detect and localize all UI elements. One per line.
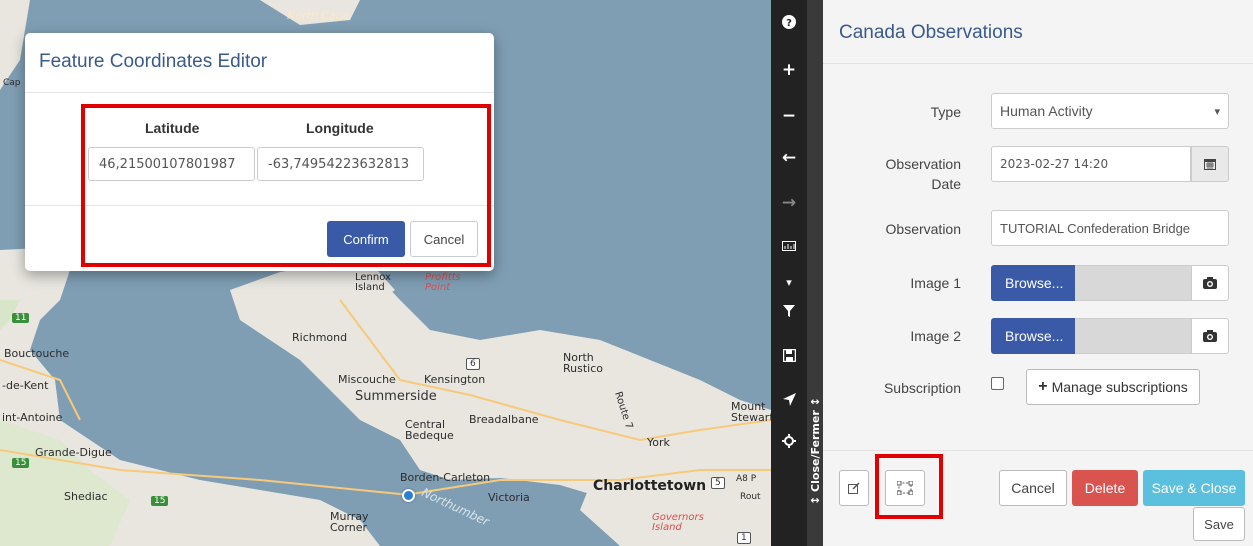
locate-arrow-icon[interactable] [771, 385, 807, 413]
panel-footer-divider [823, 450, 1253, 451]
map-label-profitts-point: Profitts Point [425, 272, 461, 293]
map-label-kensington: Kensington [424, 373, 486, 386]
filter-icon[interactable] [771, 297, 807, 325]
map-label-cap: Cap [3, 78, 21, 88]
image2-label: Image 2 [910, 328, 961, 344]
map-label-central-bedeque: Central Bedeque [405, 418, 454, 442]
close-panel-tab[interactable]: ↕ Close/Fermer ↕ [807, 0, 823, 546]
type-select-value: Human Activity [1000, 103, 1093, 119]
panel-title: Canada Observations [839, 22, 1023, 43]
image2-browse-button[interactable]: Browse... [991, 318, 1075, 354]
route-shield-15: 15 [12, 458, 30, 468]
measure-icon[interactable] [771, 232, 807, 260]
close-tab-label: ↕ Close/Fermer ↕ [809, 397, 822, 505]
route-shield-1: 1 [737, 532, 751, 544]
map-label-miscouche: Miscouche [338, 373, 396, 386]
route-shield-5: 5 [711, 477, 725, 489]
observation-input[interactable]: TUTORIAL Confederation Bridge [991, 210, 1229, 246]
dialog-cancel-button[interactable]: Cancel [410, 221, 478, 257]
subscription-checkbox[interactable] [991, 377, 1004, 390]
observation-label: Observation [885, 221, 961, 237]
camera-icon[interactable] [1191, 265, 1229, 301]
map-label-borden-carleton: Borden-Carleton [400, 471, 491, 484]
caret-down-icon[interactable]: ▾ [771, 268, 807, 296]
camera-icon[interactable] [1191, 318, 1229, 354]
map-label-charlottetown: Charlottetown [593, 478, 707, 494]
dialog-title: Feature Coordinates Editor [25, 33, 494, 93]
edit-icon[interactable] [839, 470, 869, 506]
zoom-in-icon[interactable]: + [771, 56, 807, 84]
calendar-icon[interactable] [1191, 146, 1229, 182]
image1-label: Image 1 [910, 275, 961, 291]
delete-button[interactable]: Delete [1072, 470, 1138, 506]
save-button[interactable]: Save [1193, 507, 1245, 541]
save-icon[interactable] [771, 341, 807, 369]
feature-coordinates-dialog: Feature Coordinates Editor Latitude Long… [25, 33, 494, 271]
feature-point-marker[interactable] [402, 489, 415, 502]
route-shield-a8: A8 P [736, 474, 757, 484]
type-label: Type [930, 104, 961, 120]
chevron-down-icon: ▾ [1214, 105, 1220, 118]
plus-icon: + [1038, 378, 1048, 395]
map-label-bouctouche: Bouctouche [4, 347, 70, 360]
image1-filename-field [1075, 265, 1191, 301]
back-arrow-icon[interactable]: ← [771, 144, 807, 172]
map-label-murray-corner: Murray Corner [330, 510, 369, 534]
map-label-mount-stewart: Mount Stewart [731, 400, 771, 424]
help-icon[interactable]: ? [771, 8, 807, 36]
route-shield-11: 11 [12, 313, 30, 323]
route-shield-15b: 15 [151, 496, 169, 506]
image2-filename-field [1075, 318, 1191, 354]
observation-panel: Canada Observations Type Human Activity … [823, 0, 1253, 546]
map-label-de-kent: -de-Kent [2, 379, 49, 392]
map-label-victoria: Victoria [488, 491, 530, 504]
date-input[interactable]: 2023-02-27 14:20 [991, 146, 1191, 182]
confirm-button[interactable]: Confirm [327, 221, 405, 257]
map-label-richmond: Richmond [292, 331, 348, 344]
edit-coordinates-icon[interactable] [885, 470, 925, 506]
longitude-label: Longitude [306, 120, 374, 136]
map-label-north-rustico: North Rustico [563, 351, 603, 375]
forward-arrow-icon[interactable]: → [771, 189, 807, 217]
subscription-label: Subscription [883, 380, 961, 396]
type-select[interactable]: Human Activity ▾ [991, 93, 1229, 129]
map-label-summerside: Summerside [355, 389, 437, 404]
latitude-label: Latitude [145, 120, 200, 136]
map-label-lennox-island: Lennox Island [355, 272, 391, 293]
map-label-governors-island: Governors Island [652, 512, 704, 533]
latitude-input[interactable] [88, 147, 255, 181]
longitude-input[interactable] [257, 147, 424, 181]
manage-subscriptions-label: Manage subscriptions [1051, 379, 1188, 395]
map-label-int-antoine: int-Antoine [2, 411, 63, 424]
map-label-north-cape: North Cape [287, 9, 350, 22]
map-label-shediac: Shediac [64, 490, 108, 503]
map-toolbar: ? + − ← → ▾ [771, 0, 807, 546]
route-shield-6: 6 [466, 358, 480, 370]
map-label-route: Rout [740, 492, 761, 502]
zoom-out-icon[interactable]: − [771, 102, 807, 130]
cancel-button[interactable]: Cancel [999, 470, 1067, 506]
crosshair-icon[interactable] [771, 427, 807, 455]
map-label-york: York [647, 436, 670, 449]
date-label: Observation Date [885, 156, 961, 192]
map-view[interactable]: North Cape Cap Lennox Island Profitts Po… [0, 0, 771, 546]
panel-divider [823, 63, 1253, 64]
map-label-grande-digue: Grande-Digue [35, 446, 112, 459]
image1-browse-button[interactable]: Browse... [991, 265, 1075, 301]
save-close-button[interactable]: Save & Close [1143, 470, 1245, 506]
svg-text:?: ? [786, 18, 792, 29]
manage-subscriptions-button[interactable]: + Manage subscriptions [1026, 369, 1200, 405]
map-label-breadalbane: Breadalbane [469, 413, 539, 426]
